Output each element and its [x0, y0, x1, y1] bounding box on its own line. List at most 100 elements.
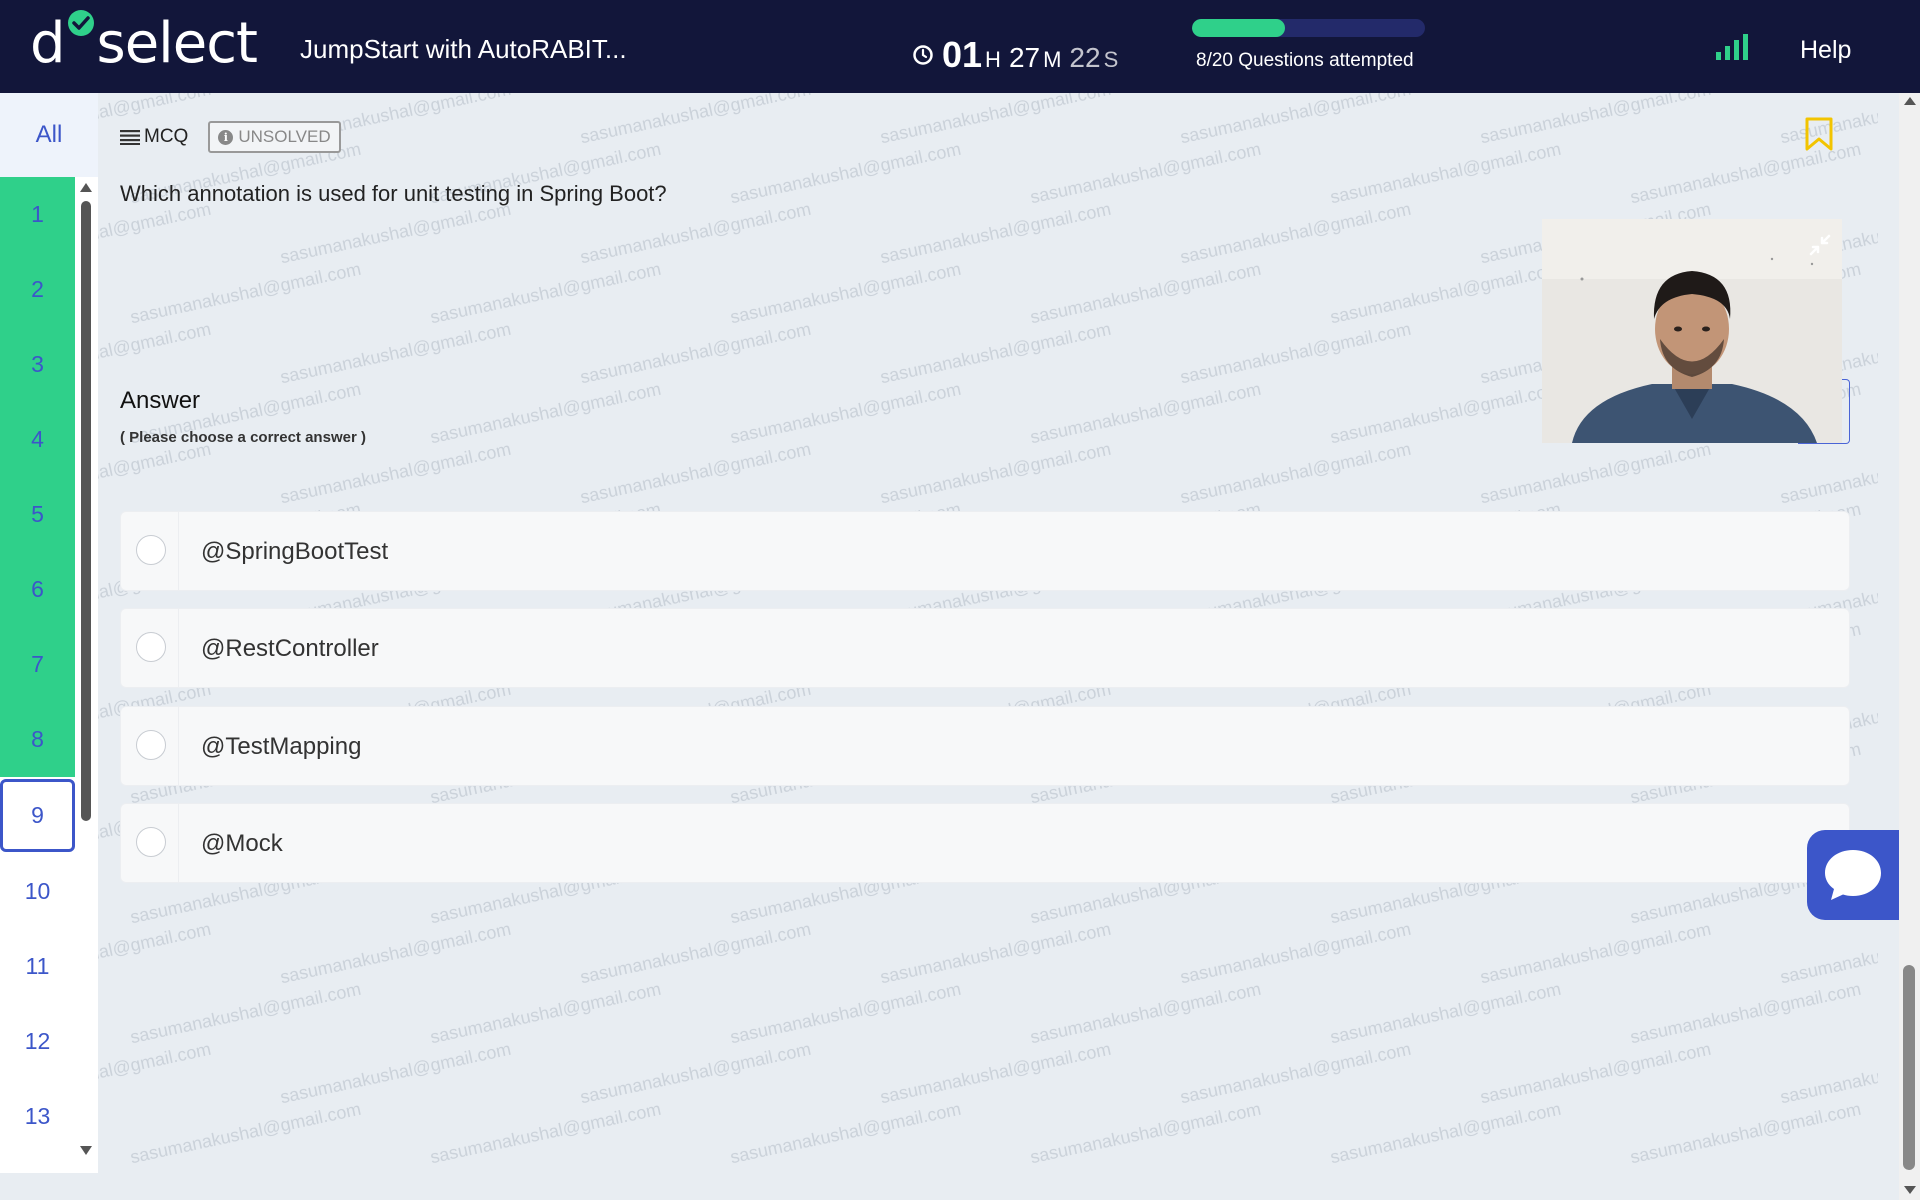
watermark-text: sasumanakushal@gmail.com [1478, 1038, 1713, 1108]
watermark-text: sasumanakushal@gmail.com [98, 918, 213, 988]
question-text: Which annotation is used for unit testin… [120, 181, 667, 206]
option-text: @TestMapping [201, 733, 362, 760]
progress-text: 8/20 Questions attempted [1196, 50, 1414, 71]
option-text: @RestController [201, 635, 379, 662]
check-circle-icon [66, 10, 96, 62]
watermark-text: sasumanakushal@gmail.com [1028, 378, 1263, 448]
watermark-text: sasumanakushal@gmail.com [98, 318, 213, 388]
question-number-item[interactable]: 9 [0, 779, 75, 852]
watermark-text: sasumanakushal@gmail.com [578, 198, 813, 268]
option-divider [178, 609, 179, 687]
minimize-icon[interactable] [1808, 233, 1832, 257]
watermark-text: sasumanakushal@gmail.com [578, 438, 813, 508]
answer-option-1[interactable]: @SpringBootTest [120, 511, 1850, 591]
answer-hint: ( Please choose a correct answer ) [120, 429, 366, 446]
filter-all-tab[interactable]: All [0, 93, 98, 177]
watermark-text: sasumanakushal@gmail.com [428, 378, 663, 448]
question-number-item[interactable]: 8 [0, 702, 75, 777]
question-number-list: 1 2 3 4 5 6 7 8 9 10 11 12 13 [0, 177, 75, 1157]
watermark-text: sasumanakushal@gmail.com [578, 1038, 813, 1108]
help-link[interactable]: Help [1800, 36, 1851, 65]
question-number-item[interactable]: 12 [0, 1004, 75, 1079]
watermark-text: sasumanakushal@gmail.com [1478, 438, 1713, 508]
timer-minutes-unit: M [1043, 47, 1062, 72]
option-divider [178, 804, 179, 882]
watermark-text: sasumanakushal@gmail.com [1628, 978, 1863, 1048]
chat-bubble-icon [1825, 850, 1881, 900]
watermark-text: sasumanakushal@gmail.com [578, 318, 813, 388]
watermark-text: sasumanakushal@gmail.com [728, 378, 963, 448]
question-sidebar: All 1 2 3 4 5 6 7 8 9 10 11 12 13 [0, 93, 98, 1173]
scroll-down-arrow-icon[interactable] [80, 1146, 92, 1155]
question-panel: sasumanakushal@gmail.com sasumanakushal@g… [98, 93, 1878, 1200]
webcam-preview [1542, 219, 1842, 443]
answer-option-4[interactable]: @Mock [120, 803, 1850, 883]
option-radio[interactable] [136, 730, 166, 760]
question-meta: MCQ i UNSOLVED [120, 121, 341, 153]
watermark-text: sasumanakushal@gmail.com [728, 1098, 963, 1168]
info-icon: i [218, 129, 234, 145]
answer-option-3[interactable]: @TestMapping [120, 706, 1850, 786]
option-radio[interactable] [136, 535, 166, 565]
option-radio[interactable] [136, 827, 166, 857]
timer-minutes: 27 [1008, 42, 1041, 73]
question-number-item[interactable]: 6 [0, 552, 75, 627]
watermark-text: sasumanakushal@gmail.com [1178, 93, 1413, 148]
watermark-text: sasumanakushal@gmail.com [728, 138, 963, 208]
webcam-person-image [1542, 219, 1842, 443]
scroll-up-arrow-icon[interactable] [80, 183, 92, 192]
scroll-down-arrow-icon[interactable] [1904, 1186, 1916, 1194]
watermark-text: sasumanakushal@gmail.com [1328, 978, 1563, 1048]
clock-icon [913, 45, 933, 65]
watermark-text: sasumanakushal@gmail.com [128, 978, 363, 1048]
answer-option-2[interactable]: @RestController [120, 608, 1850, 688]
page-scrollbar[interactable] [1899, 93, 1920, 1200]
question-number-item[interactable]: 4 [0, 402, 75, 477]
option-text: @SpringBootTest [201, 538, 389, 565]
watermark-text: sasumanakushal@gmail.com [278, 198, 513, 268]
watermark-text: sasumanakushal@gmail.com [128, 1098, 363, 1168]
watermark-text: sasumanakushal@gmail.com [1178, 198, 1413, 268]
bookmark-icon[interactable] [1804, 117, 1834, 151]
progress-bar-fill [1192, 19, 1286, 37]
watermark-text: sasumanakushal@gmail.com [1178, 318, 1413, 388]
watermark-text: sasumanakushal@gmail.com [578, 93, 813, 148]
status-badge-label: UNSOLVED [238, 127, 331, 146]
watermark-text: sasumanakushal@gmail.com [1328, 378, 1563, 448]
page-scroll-thumb[interactable] [1903, 965, 1915, 1170]
watermark-text: sasumanakushal@gmail.com [1178, 1038, 1413, 1108]
timer-seconds: 22 [1069, 42, 1101, 73]
watermark-text: sasumanakushal@gmail.com [1178, 918, 1413, 988]
watermark-text: sasumanakushal@gmail.com [128, 258, 363, 328]
status-badge: i UNSOLVED [208, 121, 341, 153]
question-number-item[interactable]: 5 [0, 477, 75, 552]
watermark-text: sasumanakushal@gmail.com [1028, 1098, 1263, 1168]
option-radio[interactable] [136, 632, 166, 662]
question-number-item[interactable]: 7 [0, 627, 75, 702]
watermark-text: sasumanakushal@gmail.com [878, 438, 1113, 508]
watermark-text: sasumanakushal@gmail.com [578, 918, 813, 988]
list-icon [120, 130, 140, 145]
watermark-text: sasumanakushal@gmail.com [278, 318, 513, 388]
question-number-item[interactable]: 3 [0, 327, 75, 402]
watermark-text: sasumanakushal@gmail.com [1028, 138, 1263, 208]
watermark-text: sasumanakushal@gmail.com [1028, 978, 1263, 1048]
watermark-text: sasumanakushal@gmail.com [428, 978, 663, 1048]
test-title: JumpStart with AutoRABIT... [300, 34, 627, 64]
sidebar-scroll-thumb[interactable] [81, 201, 91, 821]
question-number-item[interactable]: 1 [0, 177, 75, 252]
question-number-item[interactable]: 2 [0, 252, 75, 327]
watermark-text: sasumanakushal@gmail.com [1328, 258, 1563, 328]
watermark-text: sasumanakushal@gmail.com [98, 438, 213, 508]
watermark-text: sasumanakushal@gmail.com [728, 978, 963, 1048]
watermark-text: sasumanakushal@gmail.com [1328, 138, 1563, 208]
watermark-text: sasumanakushal@gmail.com [1778, 1038, 1878, 1108]
question-number-item[interactable]: 11 [0, 929, 75, 1004]
question-number-item[interactable]: 13 [0, 1079, 75, 1154]
chat-support-button[interactable] [1807, 830, 1901, 920]
watermark-text: sasumanakushal@gmail.com [1028, 258, 1263, 328]
progress-bar [1192, 19, 1425, 37]
sidebar-scrollbar[interactable] [78, 177, 94, 1167]
question-number-item[interactable]: 10 [0, 854, 75, 929]
scroll-up-arrow-icon[interactable] [1904, 97, 1916, 105]
